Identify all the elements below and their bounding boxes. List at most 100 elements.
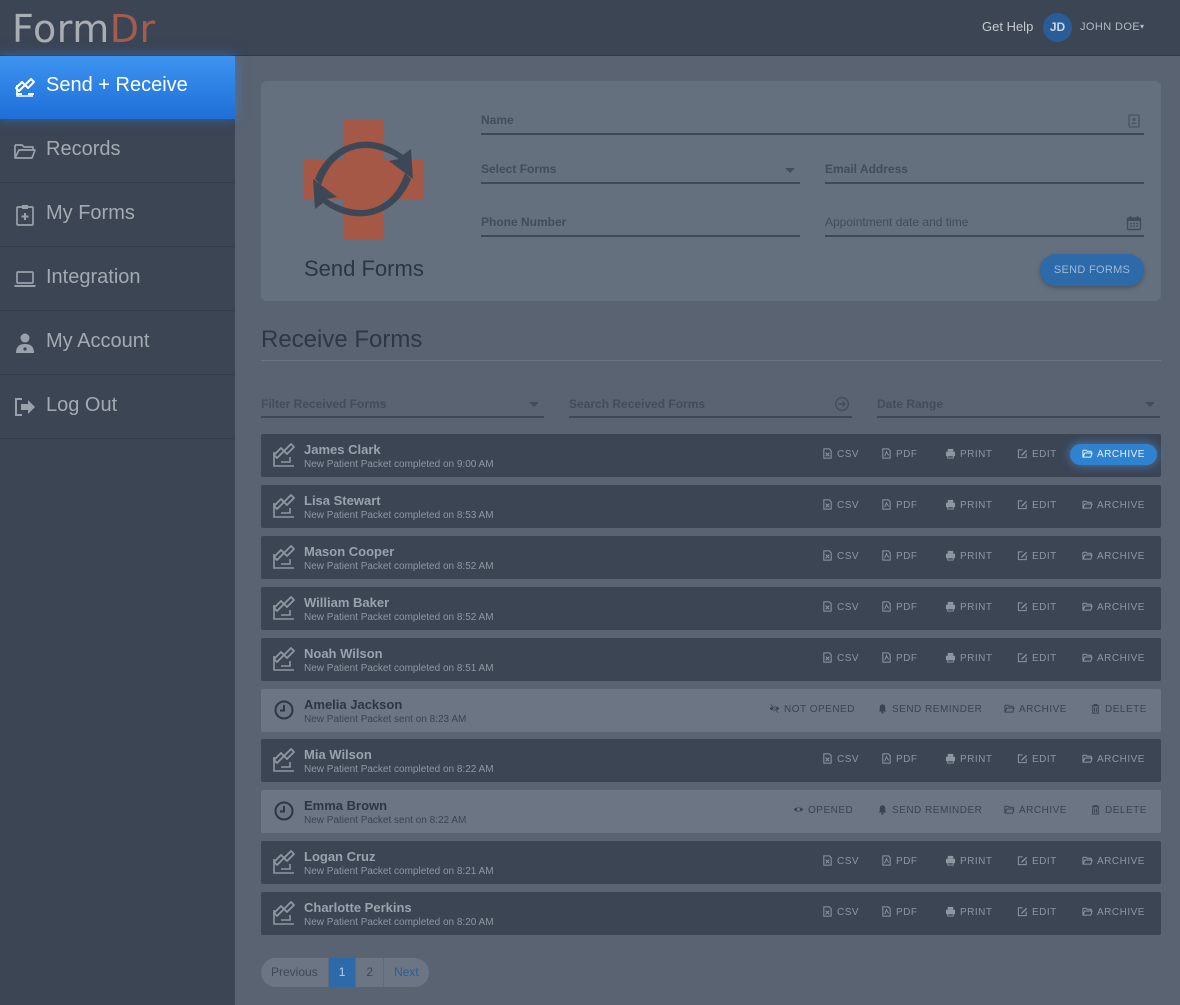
- list-item[interactable]: Noah Wilson New Patient Packet completed …: [261, 637, 1161, 681]
- list-item[interactable]: James Clark New Patient Packet completed …: [261, 434, 1161, 477]
- action-label: ARCHIVE: [1019, 805, 1067, 817]
- send-reminder-button[interactable]: SEND REMINDER: [877, 804, 982, 816]
- sidebar-item-label: Send + Receive: [46, 74, 188, 96]
- send-receive-icon: [273, 544, 295, 569]
- pdf-button[interactable]: PDF: [881, 550, 918, 562]
- pdf-button[interactable]: PDF: [881, 652, 918, 664]
- arrow-circle-right-icon[interactable]: [834, 396, 850, 412]
- pagination-page-1[interactable]: 1: [328, 958, 357, 987]
- user-name: JOHN DOE: [1080, 21, 1141, 33]
- list-item[interactable]: Charlotte Perkins New Patient Packet comp…: [261, 892, 1161, 936]
- pagination-previous[interactable]: Previous: [261, 958, 329, 987]
- list-item[interactable]: Logan Cruz New Patient Packet completed o…: [261, 841, 1161, 885]
- action-label: PDF: [896, 601, 918, 613]
- print-button[interactable]: PRINT: [945, 499, 993, 511]
- action-label: PRINT: [960, 601, 993, 613]
- archive-button[interactable]: ARCHIVE: [1082, 601, 1145, 613]
- avatar[interactable]: JD: [1043, 13, 1072, 42]
- csv-button[interactable]: CSV: [822, 448, 859, 460]
- csv-button[interactable]: CSV: [822, 601, 859, 613]
- archive-button[interactable]: ARCHIVE: [1082, 753, 1145, 765]
- print-button[interactable]: PRINT: [945, 855, 993, 867]
- get-help-link[interactable]: Get Help: [982, 19, 1033, 34]
- archive-button[interactable]: ARCHIVE: [1004, 703, 1067, 715]
- select-forms-dropdown[interactable]: Select Forms: [481, 162, 800, 184]
- name-field[interactable]: Name: [481, 113, 1144, 135]
- print-button[interactable]: PRINT: [945, 448, 993, 460]
- archive-button[interactable]: ARCHIVE: [1082, 652, 1145, 664]
- print-button[interactable]: PRINT: [945, 601, 993, 613]
- edit-button[interactable]: EDIT: [1017, 448, 1057, 460]
- pagination-next[interactable]: Next: [384, 958, 429, 987]
- filter-received-forms-dropdown[interactable]: Filter Received Forms: [261, 396, 544, 418]
- archive-button[interactable]: ARCHIVE: [1004, 804, 1067, 816]
- list-item[interactable]: William Baker New Patient Packet complete…: [261, 586, 1161, 630]
- open-status: OPENED: [793, 804, 853, 816]
- print-button[interactable]: PRINT: [945, 753, 993, 765]
- calendar-icon[interactable]: [1126, 215, 1142, 231]
- sidebar-item-log-out[interactable]: Log Out: [0, 376, 235, 439]
- sidebar-item-my-forms[interactable]: My Forms: [0, 184, 235, 247]
- edit-button[interactable]: EDIT: [1017, 652, 1057, 664]
- archive-button[interactable]: ARCHIVE: [1082, 550, 1145, 562]
- csv-button[interactable]: CSV: [822, 652, 859, 664]
- pdf-button[interactable]: PDF: [881, 448, 918, 460]
- pdf-button[interactable]: PDF: [881, 906, 918, 918]
- csv-button[interactable]: CSV: [822, 550, 859, 562]
- archive-button[interactable]: ARCHIVE: [1070, 444, 1157, 465]
- email-field[interactable]: Email Address: [825, 162, 1144, 184]
- trash-icon: [1091, 703, 1100, 714]
- delete-button[interactable]: DELETE: [1090, 703, 1147, 715]
- sidebar-item-my-account[interactable]: My Account: [0, 312, 235, 375]
- folder-open-icon: [1082, 907, 1093, 916]
- print-button[interactable]: PRINT: [945, 652, 993, 664]
- contact-card-icon[interactable]: [1126, 113, 1142, 129]
- phone-field[interactable]: Phone Number: [481, 215, 800, 237]
- edit-button[interactable]: EDIT: [1017, 855, 1057, 867]
- user-menu[interactable]: JOHN DOE▾: [1080, 21, 1144, 33]
- caret-down-icon: [785, 168, 795, 173]
- list-item[interactable]: Mia Wilson New Patient Packet completed o…: [261, 739, 1161, 783]
- edit-button[interactable]: EDIT: [1017, 753, 1057, 765]
- sidebar-item-integration[interactable]: Integration: [0, 248, 235, 311]
- sidebar-item-records[interactable]: Records: [0, 120, 235, 183]
- action-label: EDIT: [1032, 907, 1057, 919]
- list-item[interactable]: Mason Cooper New Patient Packet completed…: [261, 535, 1161, 579]
- action-label: EDIT: [1032, 601, 1057, 613]
- edit-icon: [1017, 907, 1028, 917]
- edit-button[interactable]: EDIT: [1017, 499, 1057, 511]
- list-item[interactable]: Lisa Stewart New Patient Packet completed…: [261, 484, 1161, 528]
- delete-button[interactable]: DELETE: [1090, 804, 1147, 816]
- sidebar-item-send-receive[interactable]: Send + Receive: [0, 56, 235, 119]
- csv-button[interactable]: CSV: [822, 753, 859, 765]
- search-received-forms-input[interactable]: Search Received Forms: [569, 396, 852, 418]
- action-label: CSV: [837, 550, 860, 562]
- edit-button[interactable]: EDIT: [1017, 601, 1057, 613]
- csv-button[interactable]: CSV: [822, 855, 859, 867]
- print-button[interactable]: PRINT: [945, 550, 993, 562]
- top-bar: FormDr Get Help JD JOHN DOE▾: [0, 0, 1180, 56]
- archive-button[interactable]: ARCHIVE: [1082, 906, 1145, 918]
- send-reminder-button[interactable]: SEND REMINDER: [877, 703, 982, 715]
- phone-label: Phone Number: [481, 215, 567, 229]
- edit-button[interactable]: EDIT: [1017, 906, 1057, 918]
- print-button[interactable]: PRINT: [945, 906, 993, 918]
- action-label: CSV: [837, 856, 860, 868]
- archive-button[interactable]: ARCHIVE: [1082, 499, 1145, 511]
- action-label: ARCHIVE: [1097, 907, 1145, 919]
- pagination-page-2[interactable]: 2: [356, 958, 385, 987]
- appointment-field[interactable]: Appointment date and time: [825, 215, 1144, 237]
- list-item[interactable]: Amelia Jackson New Patient Packet sent on…: [261, 688, 1161, 732]
- pdf-button[interactable]: PDF: [881, 601, 918, 613]
- archive-button[interactable]: ARCHIVE: [1082, 855, 1145, 867]
- csv-button[interactable]: CSV: [822, 499, 859, 511]
- formdr-logo[interactable]: FormDr: [12, 7, 156, 51]
- pdf-button[interactable]: PDF: [881, 753, 918, 765]
- csv-button[interactable]: CSV: [822, 906, 859, 918]
- send-forms-button[interactable]: SEND FORMS: [1040, 254, 1144, 286]
- pdf-button[interactable]: PDF: [881, 499, 918, 511]
- date-range-dropdown[interactable]: Date Range: [877, 396, 1160, 418]
- edit-button[interactable]: EDIT: [1017, 550, 1057, 562]
- pdf-button[interactable]: PDF: [881, 855, 918, 867]
- list-item[interactable]: Emma Brown New Patient Packet sent on 8:2…: [261, 790, 1161, 834]
